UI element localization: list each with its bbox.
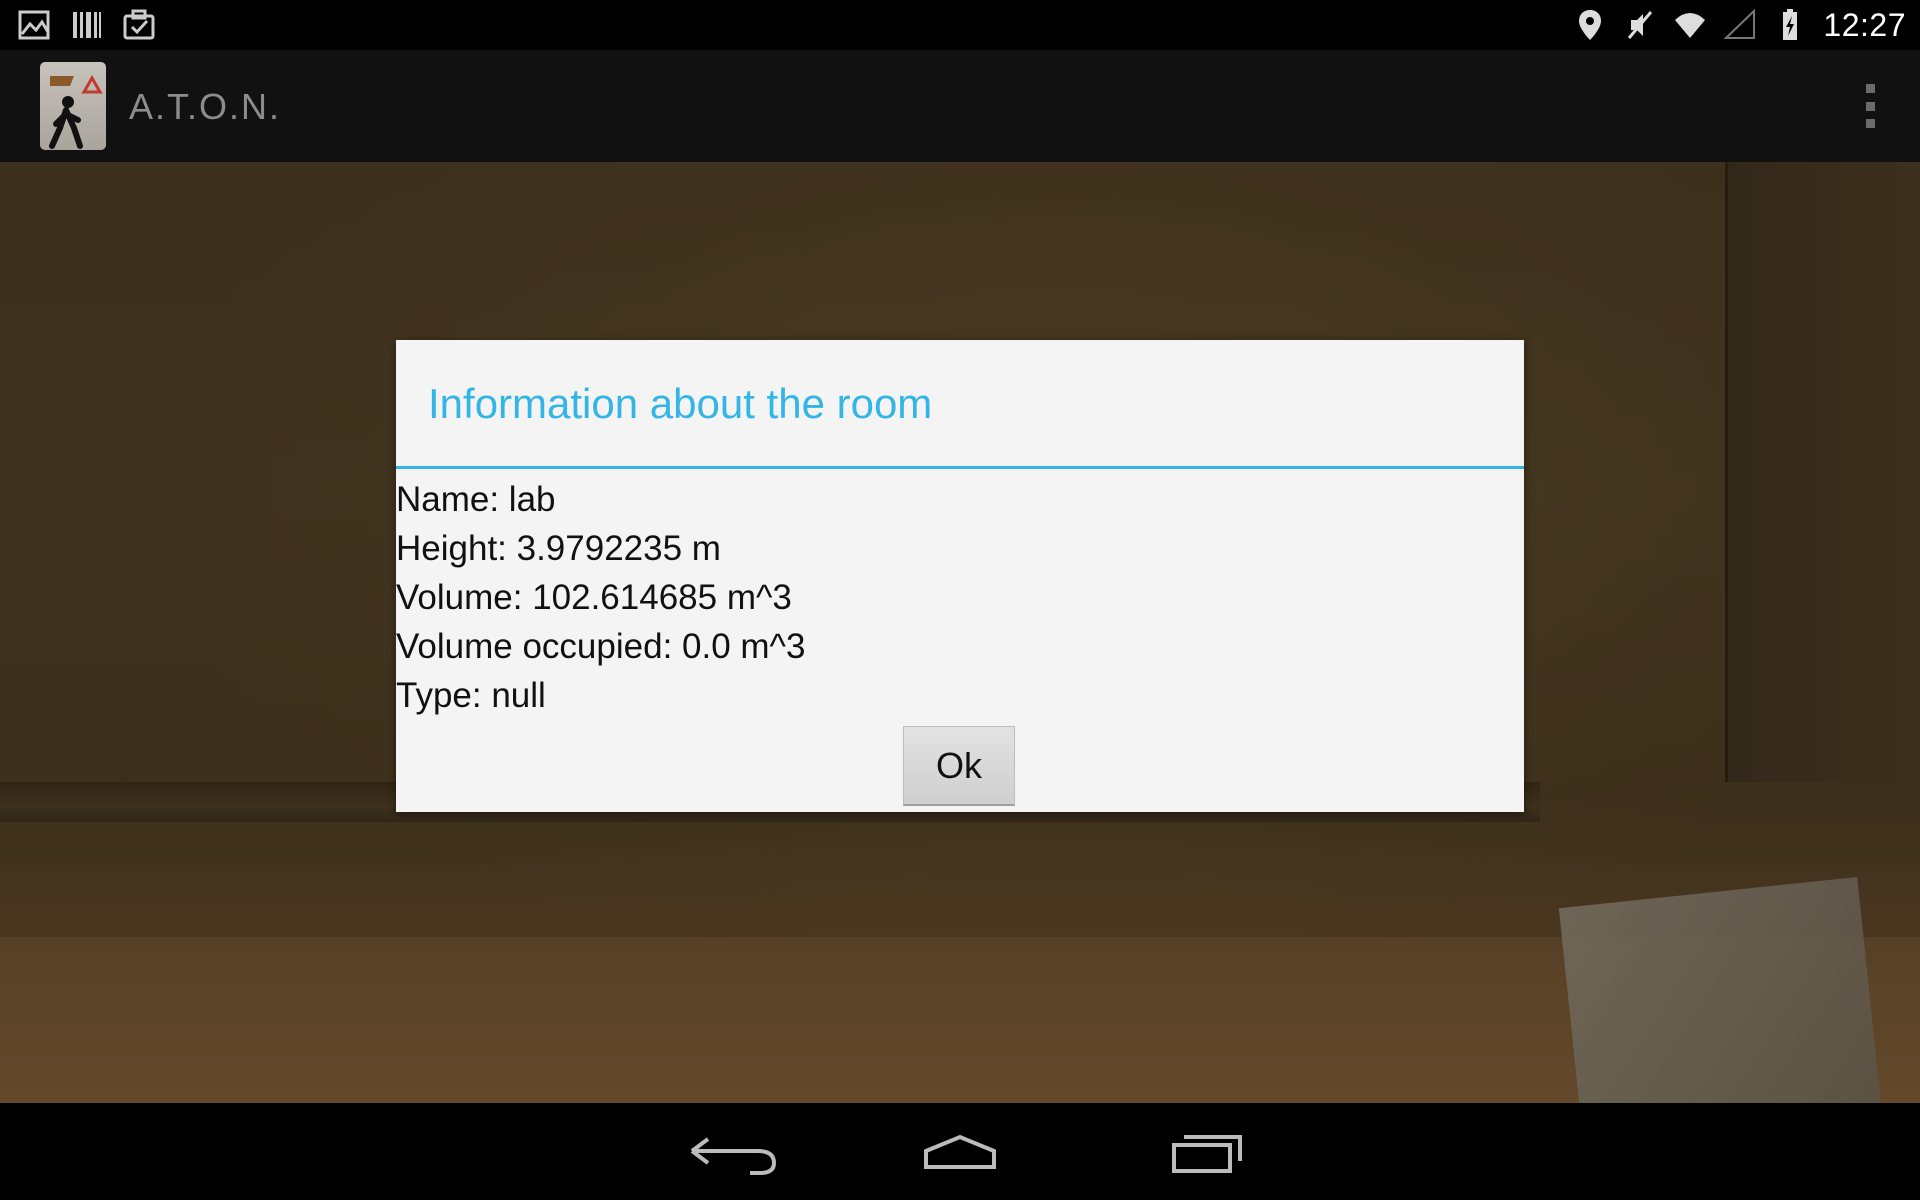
location-icon	[1579, 10, 1602, 40]
app-title: A.T.O.N.	[129, 86, 282, 127]
barcode-icon	[73, 12, 101, 38]
dialog-body: Name: lab Height: 3.9792235 m Volume: 10…	[396, 475, 805, 720]
notification-icons	[18, 8, 156, 42]
walking-person-icon	[49, 74, 103, 149]
back-icon[interactable]	[680, 1123, 790, 1179]
clipboard-check-icon	[123, 9, 155, 40]
status-clock: 12:27	[1823, 6, 1906, 43]
recent-apps-icon[interactable]	[1168, 1123, 1248, 1179]
gallery-icon	[18, 10, 50, 40]
ok-button[interactable]: Ok	[903, 726, 1015, 806]
room-type-line: Type: null	[396, 676, 546, 715]
room-volume-occupied-line: Volume occupied: 0.0 m^3	[396, 627, 806, 666]
navigation-bar	[0, 1103, 1920, 1200]
dialog-divider	[396, 466, 1524, 469]
status-bar: 12:27	[0, 0, 1920, 50]
signal-icon	[1723, 8, 1756, 39]
room-height-line: Height: 3.9792235 m	[396, 529, 721, 568]
room-name-line: Name: lab	[396, 480, 556, 519]
home-icon[interactable]	[920, 1123, 1000, 1179]
system-icons: 12:27	[1573, 0, 1906, 50]
overflow-dot	[1865, 101, 1875, 111]
room-info-dialog: Information about the room Name: lab Hei…	[396, 340, 1524, 812]
overflow-menu-icon[interactable]	[1860, 84, 1880, 128]
dialog-title: Information about the room	[428, 380, 933, 427]
overflow-dot	[1865, 84, 1875, 93]
mute-icon	[1628, 11, 1653, 39]
wifi-icon	[1675, 13, 1706, 38]
overflow-dot	[1865, 119, 1875, 128]
room-volume-line: Volume: 102.614685 m^3	[396, 578, 792, 617]
action-bar: A.T.O.N.	[0, 50, 1920, 163]
battery-charging-icon	[1783, 9, 1798, 40]
app-logo[interactable]	[40, 62, 106, 150]
